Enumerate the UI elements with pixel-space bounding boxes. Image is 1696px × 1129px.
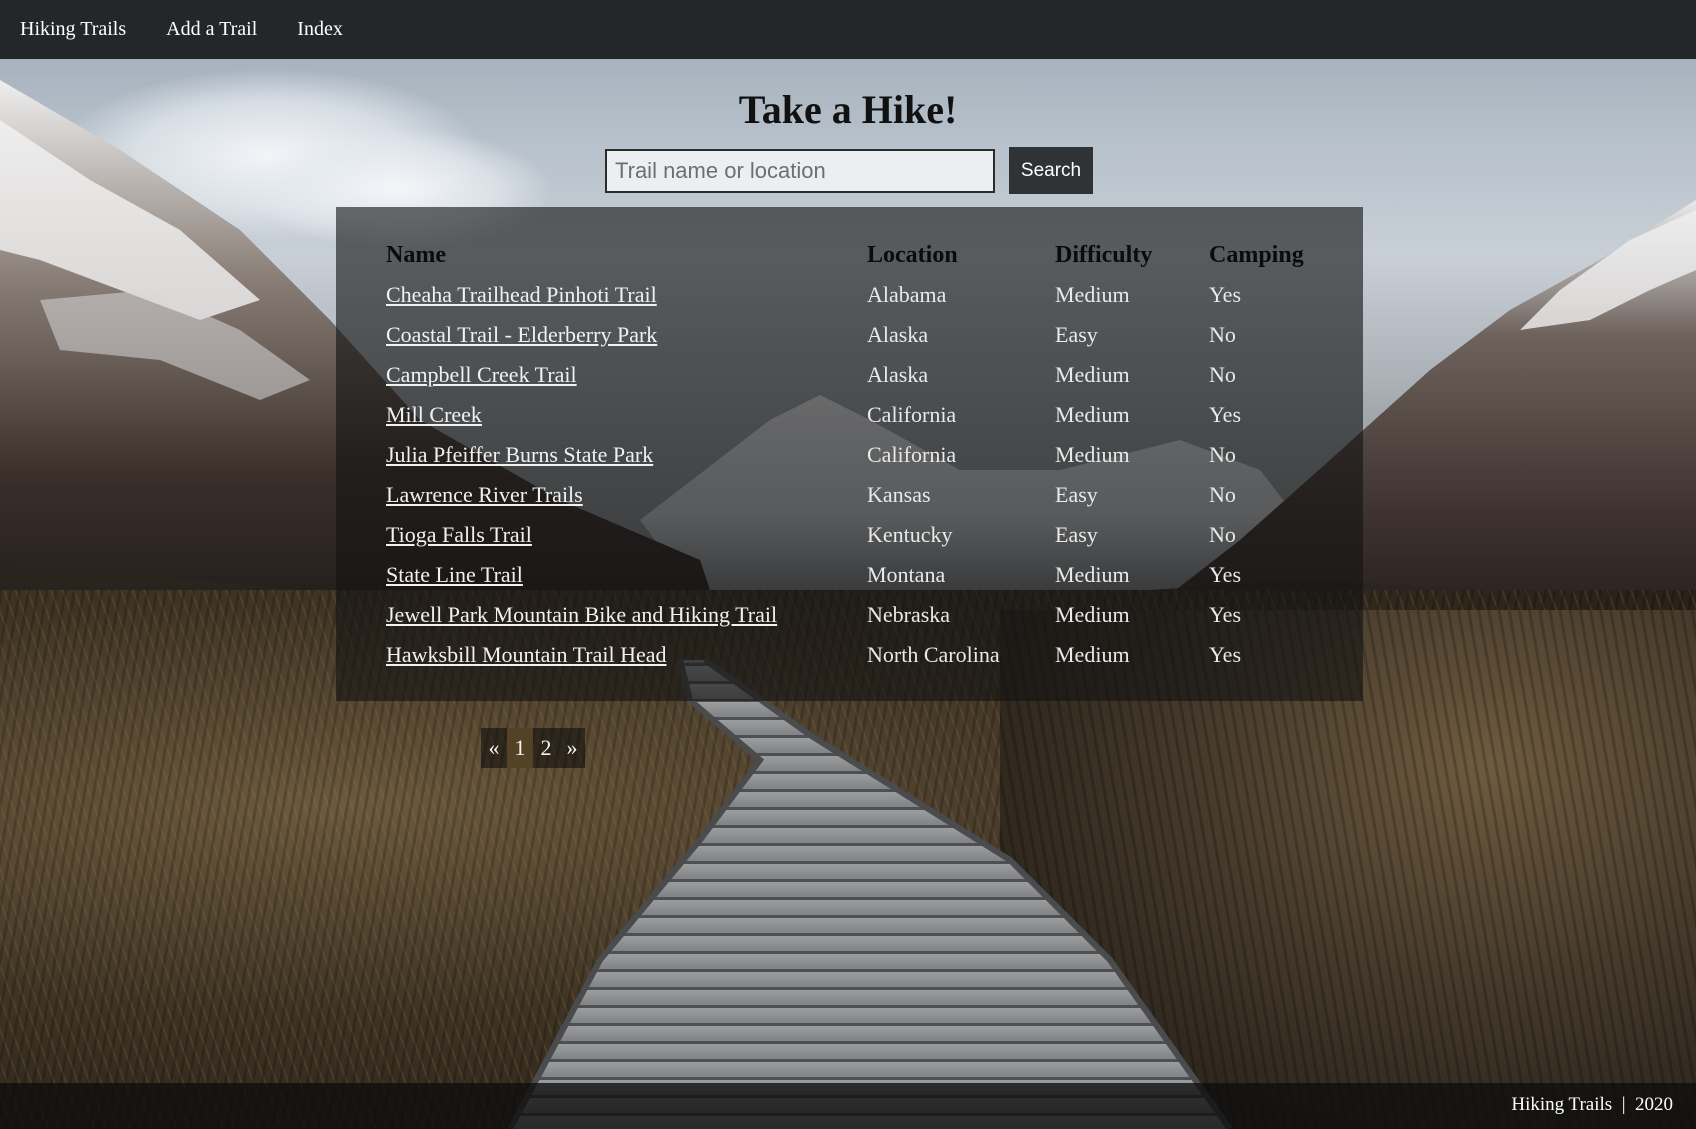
- trail-name-link[interactable]: Lawrence River Trails: [386, 482, 583, 507]
- column-header-name: Name: [386, 241, 446, 268]
- column-header-location: Location: [867, 241, 958, 268]
- trail-location-cell: Alaska: [867, 362, 929, 387]
- column-header-camping: Camping: [1209, 241, 1304, 268]
- trail-difficulty-cell: Medium: [1055, 562, 1130, 587]
- trail-difficulty-cell: Medium: [1055, 442, 1130, 467]
- trail-difficulty-cell: Medium: [1055, 402, 1130, 427]
- trail-name-cell: Mill Creek: [386, 395, 867, 435]
- trail-location-cell: Alabama: [867, 282, 947, 307]
- trail-location-cell: Montana: [867, 562, 946, 587]
- trail-name-link[interactable]: Jewell Park Mountain Bike and Hiking Tra…: [386, 602, 777, 627]
- trail-name-link[interactable]: Campbell Creek Trail: [386, 362, 577, 387]
- trail-name-cell: Julia Pfeiffer Burns State Park: [386, 435, 867, 475]
- pagination: « 1 2 »: [481, 728, 585, 768]
- table-row: Julia Pfeiffer Burns State Park Californi…: [386, 435, 1319, 475]
- trail-camping-cell: Yes: [1209, 602, 1242, 627]
- trail-camping-cell: Yes: [1209, 402, 1242, 427]
- page: Hiking Trails Add a Trail Index Take a H…: [0, 0, 1696, 1129]
- trail-location-cell: North Carolina: [867, 642, 1000, 667]
- trail-name-cell: Coastal Trail - Elderberry Park: [386, 315, 867, 355]
- nav-link-hiking-trails[interactable]: Hiking Trails: [20, 18, 126, 41]
- trail-location-cell: Kentucky: [867, 522, 953, 547]
- table-row: Cheaha Trailhead Pinhoti Trail Alabama Med…: [386, 275, 1319, 315]
- table-row: Hawksbill Mountain Trail Head North Carol…: [386, 635, 1319, 675]
- search-input[interactable]: [605, 148, 995, 193]
- trail-location-cell: California: [867, 442, 957, 467]
- table-row: State Line Trail Montana Medium Yes: [386, 555, 1319, 595]
- trail-name-link[interactable]: Hawksbill Mountain Trail Head: [386, 642, 667, 667]
- nav-link-index[interactable]: Index: [297, 18, 343, 41]
- trail-name-cell: Tioga Falls Trail: [386, 515, 867, 555]
- trail-difficulty-cell: Easy: [1055, 522, 1098, 547]
- pagination-prev-button[interactable]: «: [481, 728, 507, 768]
- top-navbar: Hiking Trails Add a Trail Index: [0, 0, 1696, 59]
- table-row: Lawrence River Trails Kansas Easy No: [386, 475, 1319, 515]
- table-row: Mill Creek California Medium Yes: [386, 395, 1319, 435]
- table-row: Tioga Falls Trail Kentucky Easy No: [386, 515, 1319, 555]
- column-header-difficulty: Difficulty: [1055, 241, 1153, 268]
- trail-name-cell: Hawksbill Mountain Trail Head: [386, 635, 867, 675]
- trail-difficulty-cell: Medium: [1055, 602, 1130, 627]
- page-title: Take a Hike!: [738, 87, 958, 132]
- trail-camping-cell: No: [1209, 482, 1236, 507]
- trail-name-link[interactable]: Cheaha Trailhead Pinhoti Trail: [386, 282, 657, 307]
- table-header-row: Name Location Difficulty Camping: [386, 235, 1319, 275]
- trail-name-link[interactable]: Julia Pfeiffer Burns State Park: [386, 442, 653, 467]
- trail-difficulty-cell: Easy: [1055, 482, 1098, 507]
- trail-camping-cell: No: [1209, 362, 1236, 387]
- footer-text: Hiking Trails | 2020: [1511, 1094, 1673, 1115]
- trail-name-link[interactable]: Coastal Trail - Elderberry Park: [386, 322, 657, 347]
- trail-name-cell: State Line Trail: [386, 555, 867, 595]
- trail-location-cell: Kansas: [867, 482, 931, 507]
- trail-camping-cell: No: [1209, 442, 1236, 467]
- pagination-page-2[interactable]: 2: [533, 728, 559, 768]
- trail-camping-cell: No: [1209, 522, 1236, 547]
- table-row: Campbell Creek Trail Alaska Medium No: [386, 355, 1319, 395]
- search-form: Search: [605, 147, 1093, 194]
- pagination-next-button[interactable]: »: [559, 728, 585, 768]
- trail-camping-cell: No: [1209, 322, 1236, 347]
- trail-difficulty-cell: Medium: [1055, 642, 1130, 667]
- trail-name-link[interactable]: State Line Trail: [386, 562, 523, 587]
- search-button[interactable]: Search: [1009, 147, 1093, 194]
- pagination-page-1[interactable]: 1: [507, 728, 533, 768]
- trail-name-cell: Jewell Park Mountain Bike and Hiking Tra…: [386, 595, 867, 635]
- trail-camping-cell: Yes: [1209, 642, 1242, 667]
- trail-location-cell: Nebraska: [867, 602, 951, 627]
- trails-table: Name Location Difficulty Camping Cheaha …: [386, 235, 1319, 675]
- table-row: Jewell Park Mountain Bike and Hiking Tra…: [386, 595, 1319, 635]
- trail-camping-cell: Yes: [1209, 562, 1242, 587]
- trail-difficulty-cell: Medium: [1055, 282, 1130, 307]
- trail-difficulty-cell: Medium: [1055, 362, 1130, 387]
- trail-camping-cell: Yes: [1209, 282, 1242, 307]
- footer: Hiking Trails | 2020: [0, 1083, 1696, 1129]
- trail-location-cell: California: [867, 402, 957, 427]
- table-row: Coastal Trail - Elderberry Park Alaska Eas…: [386, 315, 1319, 355]
- trail-difficulty-cell: Easy: [1055, 322, 1098, 347]
- nav-link-add-a-trail[interactable]: Add a Trail: [166, 18, 257, 41]
- trail-name-link[interactable]: Tioga Falls Trail: [386, 522, 532, 547]
- trail-name-link[interactable]: Mill Creek: [386, 402, 482, 427]
- trail-name-cell: Lawrence River Trails: [386, 475, 867, 515]
- trail-name-cell: Cheaha Trailhead Pinhoti Trail: [386, 275, 867, 315]
- trails-table-panel: Name Location Difficulty Camping Cheaha …: [336, 207, 1363, 701]
- trail-name-cell: Campbell Creek Trail: [386, 355, 867, 395]
- trail-location-cell: Alaska: [867, 322, 929, 347]
